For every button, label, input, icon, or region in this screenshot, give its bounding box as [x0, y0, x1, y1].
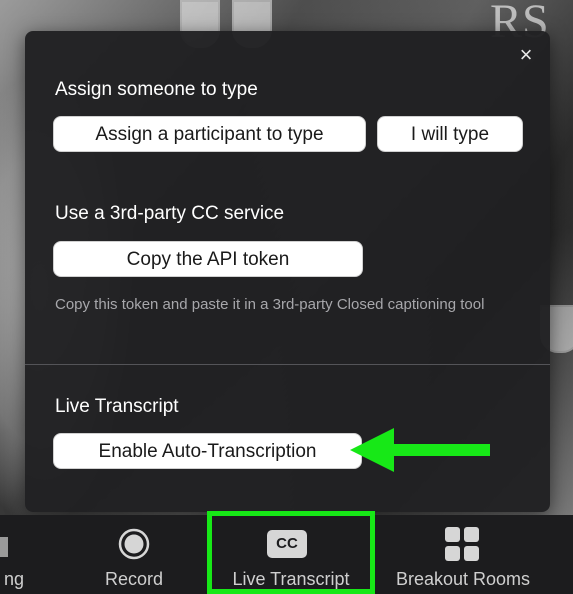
close-icon[interactable]: ×	[516, 44, 536, 66]
breakout-rooms-icon	[445, 527, 479, 561]
annotation-arrow-icon	[350, 428, 490, 472]
assign-participant-button[interactable]: Assign a participant to type	[53, 116, 366, 152]
partial-icon	[0, 537, 8, 557]
toolbar-partial-label: ng	[4, 569, 25, 589]
third-party-section-heading: Use a 3rd-party CC service	[55, 203, 285, 224]
toolbar-label-breakout-rooms: Breakout Rooms	[395, 569, 531, 589]
toolbar-item-record[interactable]: Record	[88, 515, 180, 594]
live-transcript-heading: Live Transcript	[55, 396, 179, 417]
toolbar-item-partial[interactable]: ng	[0, 515, 30, 594]
section-divider	[25, 364, 550, 365]
copy-api-token-button[interactable]: Copy the API token	[53, 241, 363, 277]
i-will-type-button[interactable]: I will type	[377, 116, 523, 152]
toolbar-label-record: Record	[104, 569, 164, 589]
enable-auto-transcription-button[interactable]: Enable Auto-Transcription	[53, 433, 362, 469]
record-icon	[118, 528, 150, 560]
api-token-helper-text: Copy this token and paste it in a 3rd-pa…	[55, 296, 485, 313]
assign-section-heading: Assign someone to type	[55, 79, 258, 100]
annotation-highlight-box	[207, 511, 375, 594]
toolbar-item-breakout-rooms[interactable]: Breakout Rooms	[384, 515, 542, 594]
